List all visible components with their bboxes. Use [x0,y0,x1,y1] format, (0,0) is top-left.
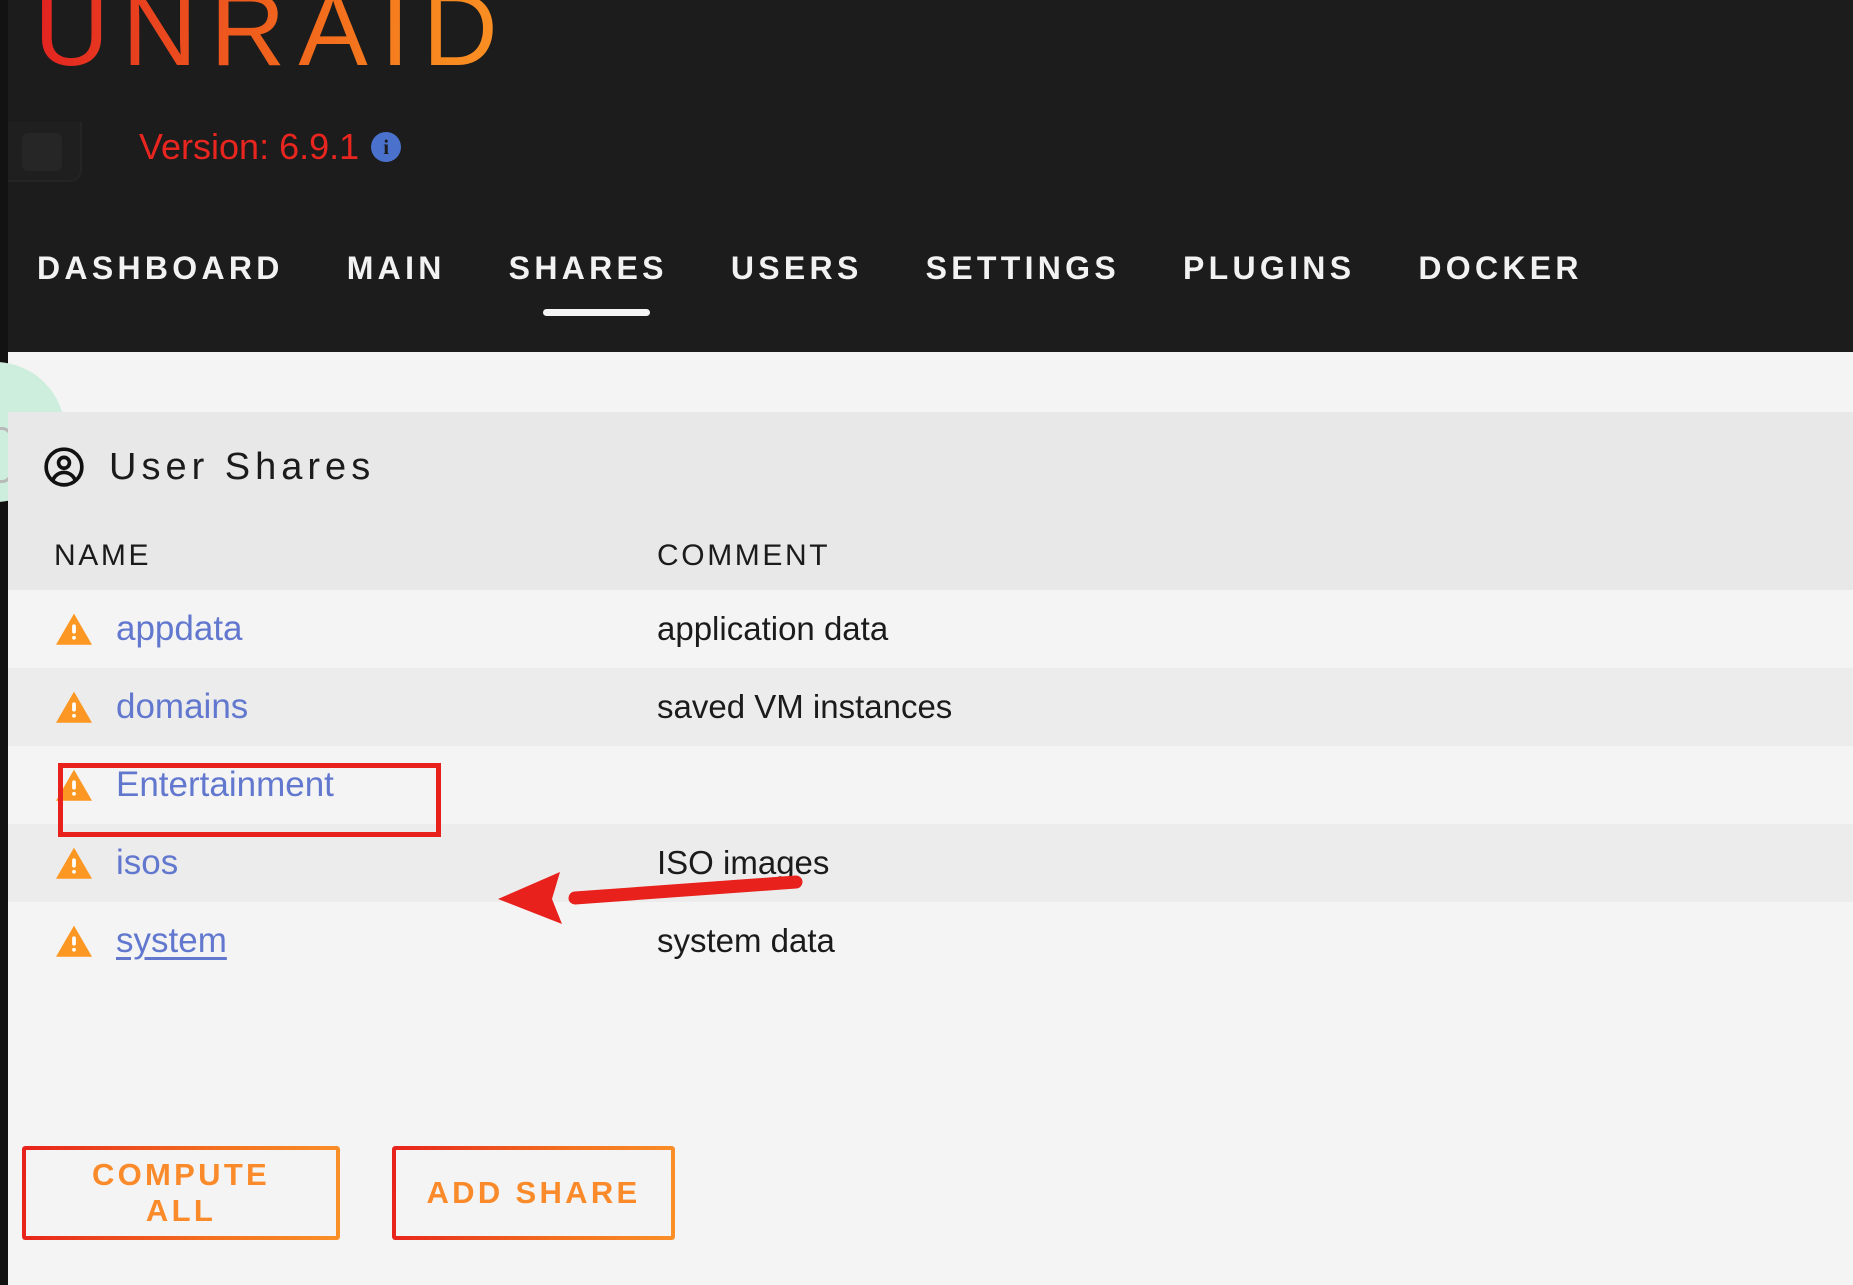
nav-label-dashboard: Dashboard [37,250,284,286]
table-row[interactable]: domains saved VM instances [8,668,1853,746]
header: UNRAID Version: 6.9.1 i Dashboard Main S… [0,0,1853,352]
warning-triangle-icon [56,769,92,801]
row-name-cell: system [8,921,653,961]
row-name-cell: isos [8,843,653,883]
unraid-webgui: UNRAID Version: 6.9.1 i Dashboard Main S… [0,0,1853,1285]
nav-label-users: Users [730,250,863,286]
unraid-logo: UNRAID [34,0,511,82]
row-comment-cell: system data [657,922,835,959]
row-comment-cell: application data [657,610,889,647]
row-name-cell: domains [8,687,653,727]
share-link-system[interactable]: system [116,921,227,961]
column-header-comment: Comment [657,539,831,572]
column-header-name: Name [54,539,152,572]
nav-item-users[interactable]: Users [731,250,863,287]
add-share-button[interactable]: Add Share [392,1146,675,1240]
share-link-appdata[interactable]: appdata [116,609,243,649]
main-navigation: Dashboard Main Shares Users Settings Plu… [0,250,1853,350]
warning-triangle-icon [56,613,92,645]
nav-item-plugins[interactable]: Plugins [1183,250,1355,287]
nav-label-main: Main [346,250,446,286]
version-row: Version: 6.9.1 i [139,126,402,168]
info-icon[interactable]: i [371,132,402,162]
table-row[interactable]: system system data [8,902,1853,980]
share-link-domains[interactable]: domains [116,687,248,727]
table-row[interactable]: Entertainment [8,746,1853,837]
warning-triangle-icon [56,847,92,879]
compute-all-button[interactable]: Compute All [22,1146,340,1240]
share-link-entertainment[interactable]: Entertainment [116,765,334,805]
page-title: User Shares [109,445,376,488]
warning-triangle-icon [56,925,92,957]
nav-item-shares[interactable]: Shares [508,250,668,316]
row-comment-cell: saved VM instances [657,688,953,725]
action-buttons: Compute All Add Share [8,1146,675,1240]
row-name-cell: appdata [8,609,653,649]
nav-item-main[interactable]: Main [347,250,446,287]
table-row[interactable]: appdata application data [8,590,1853,668]
table-row[interactable]: isos ISO images [8,824,1853,902]
nav-active-underline [542,309,650,316]
user-circle-icon [44,447,84,487]
share-link-isos[interactable]: isos [116,843,178,883]
row-name-cell: Entertainment [8,763,653,837]
table-header-row: Name Comment [8,522,1853,590]
row-comment-cell: ISO images [657,844,830,881]
nav-label-docker: Docker [1418,250,1583,286]
nav-item-dashboard[interactable]: Dashboard [37,250,284,287]
array-status-button[interactable] [8,122,82,182]
nav-label-settings: Settings [925,250,1121,286]
nav-label-plugins: Plugins [1183,250,1356,286]
nav-item-docker[interactable]: Docker [1418,250,1582,287]
nav-item-settings[interactable]: Settings [926,250,1120,287]
shares-table: Name Comment appdata application data [8,522,1853,980]
version-label: Version: 6.9.1 [139,126,360,167]
warning-triangle-icon [56,691,92,723]
user-shares-header: User Shares [8,412,1853,522]
nav-label-shares: Shares [508,250,668,286]
